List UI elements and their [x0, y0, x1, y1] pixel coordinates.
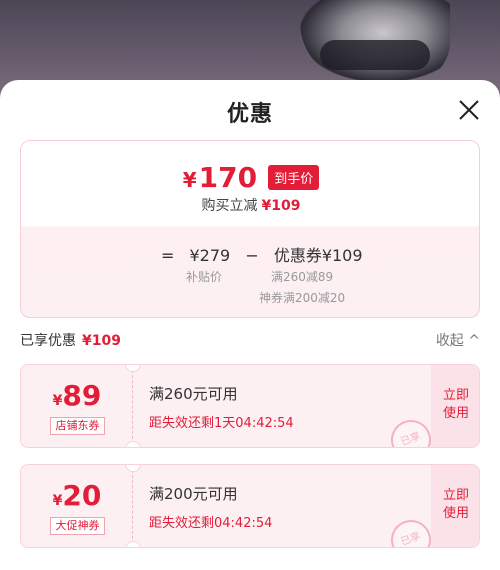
collapse-button[interactable]: 收起 ^	[436, 330, 480, 350]
coupon-enjoyed-stamp: 已享	[385, 514, 437, 547]
coupon-timer: 距失效还剩04:42:54	[149, 516, 273, 531]
coupon-card: ¥20 大促神券 满200元可用 距失效还剩04:42:54 已享 立即 使用	[20, 464, 480, 548]
coupon-condition: 满260元可用	[149, 385, 238, 403]
use-now-button[interactable]: 立即 使用	[431, 465, 479, 547]
coupon-value-panel: ¥89 店铺东券	[21, 365, 133, 447]
original-price-note: 补贴价	[186, 270, 223, 284]
coupon-timer: 距失效还剩1天04:42:54	[149, 416, 294, 431]
coupon-notch-bottom	[125, 541, 141, 547]
use-now-text: 立即 使用	[442, 488, 469, 521]
coupon-amount: 20	[62, 479, 102, 512]
formula-minus: −	[245, 246, 259, 265]
coupon-type-label: 大促神券	[50, 517, 105, 535]
final-price-value: 170	[198, 161, 258, 194]
save-amount: ¥109	[261, 198, 301, 214]
discount-sheet: 优惠 ¥170 到手价 购买立减 ¥109 = ¥279 − 优惠券¥109 补贴…	[0, 80, 500, 570]
formula-coupon-total: 优惠券¥109	[273, 246, 363, 265]
price-formula: = ¥279 − 优惠券¥109	[161, 242, 373, 266]
coupon-details: 满260元可用 距失效还剩1天04:42:54	[149, 383, 294, 431]
coupon-currency: ¥	[52, 493, 63, 509]
coupon-details: 满200元可用 距失效还剩04:42:54	[149, 483, 272, 531]
coupon-notch-bottom	[125, 441, 141, 447]
coupon-card: ¥89 店铺东券 满260元可用 距失效还剩1天04:42:54 已享 立即 使…	[20, 364, 480, 448]
save-label: 购买立减	[201, 198, 258, 214]
use-now-button[interactable]: 立即 使用	[431, 365, 479, 447]
use-now-label: 立即 使用	[431, 387, 479, 423]
coupon-value: ¥20	[21, 479, 133, 512]
enjoyed-discount-row: 已享优惠 ¥109 收起 ^	[20, 330, 480, 352]
price-tag-badge: 到手价	[268, 165, 320, 190]
close-icon[interactable]	[455, 96, 483, 124]
price-summary-card: ¥170 到手价 购买立减 ¥109 = ¥279 − 优惠券¥109 补贴价 满…	[20, 140, 480, 318]
formula-equals: =	[161, 246, 175, 265]
use-now-text: 立即 使用	[442, 388, 469, 421]
coupon-currency: ¥	[52, 393, 63, 409]
enjoyed-amount: ¥109	[82, 333, 121, 349]
coupon-amount: 89	[62, 379, 102, 412]
final-price-row: ¥170 到手价	[21, 161, 479, 194]
coupon-note-1: 满260减89	[271, 270, 334, 284]
save-row: 购买立减 ¥109	[21, 195, 479, 215]
formula-original-price: ¥279	[189, 246, 231, 265]
coupon-type-label: 店铺东券	[50, 417, 105, 435]
final-price: ¥170	[183, 161, 257, 194]
final-price-currency: ¥	[182, 168, 197, 192]
coupon-value-panel: ¥20 大促神券	[21, 465, 133, 547]
use-now-label: 立即 使用	[431, 487, 479, 523]
coupon-note-2: 神券满200减20	[259, 291, 346, 305]
sheet-title: 优惠	[226, 102, 273, 127]
coupon-enjoyed-stamp: 已享	[385, 414, 437, 447]
coupon-condition: 满200元可用	[149, 485, 238, 503]
enjoyed-label: 已享优惠	[20, 333, 76, 349]
coupon-value: ¥89	[21, 379, 133, 412]
